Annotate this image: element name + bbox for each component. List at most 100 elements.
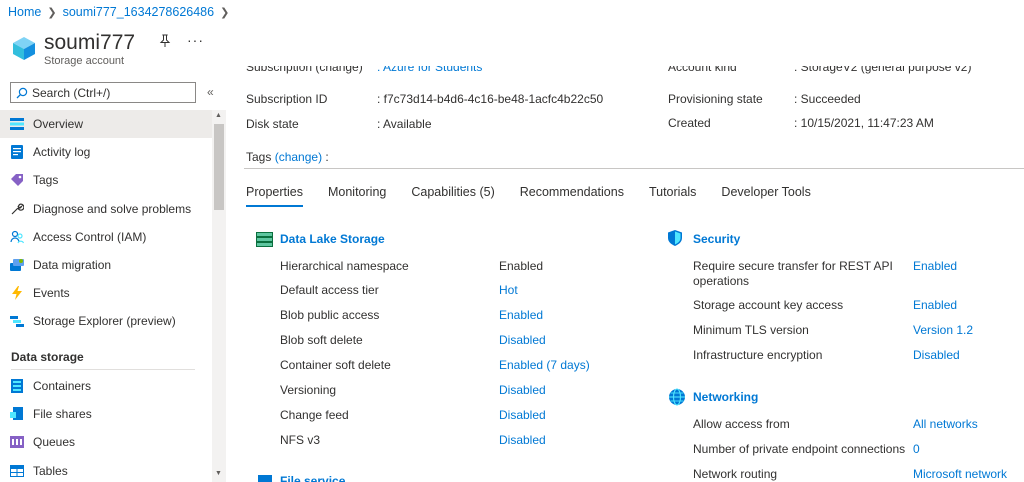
prop-default-access-tier-value[interactable]: Hot xyxy=(499,283,518,297)
sidebar-item-label: Overview xyxy=(33,117,84,132)
sidebar-item-label: Activity log xyxy=(33,145,91,160)
sidebar-item-events[interactable]: Events xyxy=(0,279,212,307)
essentials-subscription-value-partial[interactable]: : Azure for Students xyxy=(377,66,482,74)
sidebar-item-label: Diagnose and solve problems xyxy=(33,201,192,216)
networking-title[interactable]: Networking xyxy=(693,390,758,404)
prop-versioning-value[interactable]: Disabled xyxy=(499,383,546,397)
sidebar-item-label: File shares xyxy=(33,407,92,422)
search-placeholder: Search (Ctrl+/) xyxy=(32,85,111,100)
chevron-right-icon: ❯ xyxy=(220,6,230,19)
networking-globe-icon xyxy=(669,388,685,406)
sidebar-item-label: Tables xyxy=(33,463,68,478)
essentials-divider xyxy=(244,168,1024,169)
security-shield-icon xyxy=(668,230,682,246)
tags-colon: : xyxy=(325,150,329,164)
chevron-right-icon: ❯ xyxy=(47,6,57,19)
prop-min-tls-value[interactable]: Version 1.2 xyxy=(913,323,973,337)
prop-key-access-value[interactable]: Enabled xyxy=(913,298,957,312)
activity-log-icon xyxy=(10,145,24,160)
tab-recommendations[interactable]: Recommendations xyxy=(520,185,624,207)
prop-container-soft-delete-value[interactable]: Enabled (7 days) xyxy=(499,358,590,372)
file-service-title[interactable]: File service xyxy=(280,474,345,482)
tab-capabilities[interactable]: Capabilities (5) xyxy=(411,185,494,207)
prop-blob-public-access-label: Blob public access xyxy=(280,308,380,322)
prop-network-routing-label: Network routing xyxy=(693,467,778,481)
sidebar-item-tags[interactable]: Tags xyxy=(0,166,212,194)
prop-infra-encryption-label: Infrastructure encryption xyxy=(693,348,823,362)
security-title[interactable]: Security xyxy=(693,232,740,246)
prop-container-soft-delete-label: Container soft delete xyxy=(280,358,391,372)
tab-developer-tools[interactable]: Developer Tools xyxy=(721,185,810,207)
created-value: : 10/15/2021, 11:47:23 AM xyxy=(794,116,934,130)
prop-nfs-v3-value[interactable]: Disabled xyxy=(499,433,546,447)
tab-properties[interactable]: Properties xyxy=(246,185,303,207)
page-title: soumi777 xyxy=(44,31,136,54)
created-label: Created xyxy=(668,116,711,130)
pin-icon[interactable] xyxy=(158,34,172,48)
sidebar-item-overview[interactable]: Overview xyxy=(0,110,212,139)
containers-icon xyxy=(10,379,24,394)
people-icon xyxy=(10,230,24,244)
lightning-icon xyxy=(10,286,24,301)
prop-change-feed-value[interactable]: Disabled xyxy=(499,408,546,422)
breadcrumb: Home ❯ soumi777_1634278626486 ❯ xyxy=(8,5,229,19)
sidebar-item-label: Events xyxy=(33,286,70,301)
essentials-account-kind-partial: Account kind xyxy=(668,66,737,74)
data-lake-storage-title[interactable]: Data Lake Storage xyxy=(280,232,385,246)
sidebar-scroll-thumb[interactable] xyxy=(214,124,224,210)
sidebar-item-label: Queues xyxy=(33,435,76,450)
account-kind-value: : StorageV2 (general purpose v2) xyxy=(794,66,972,74)
section-divider xyxy=(11,369,195,370)
storage-account-icon xyxy=(13,37,35,60)
search-input[interactable]: Search (Ctrl+/) xyxy=(10,82,196,103)
more-options-icon[interactable]: ··· xyxy=(187,32,204,48)
tags-label: Tags xyxy=(246,150,272,164)
sidebar-item-label: Access Control (IAM) xyxy=(33,229,147,244)
collapse-sidebar-icon[interactable]: « xyxy=(207,85,214,99)
file-service-label: File service xyxy=(280,474,346,482)
subscription-value: : Azure for Students xyxy=(377,66,483,74)
prop-blob-public-access-value[interactable]: Enabled xyxy=(499,308,543,322)
sidebar-section-data-storage: Data storage xyxy=(11,350,84,364)
prop-hierarchical-namespace-value: Enabled xyxy=(499,259,544,273)
sidebar-item-file-shares[interactable]: File shares xyxy=(0,400,212,428)
migration-icon xyxy=(10,258,24,272)
prop-allow-access-value[interactable]: All networks xyxy=(913,417,978,431)
queues-icon xyxy=(10,435,24,449)
tab-monitoring[interactable]: Monitoring xyxy=(328,185,386,207)
file-service-icon xyxy=(258,475,272,482)
prop-key-access-label: Storage account key access xyxy=(693,298,844,312)
search-icon xyxy=(16,87,28,98)
breadcrumb-resource-link[interactable]: soumi777_1634278626486 xyxy=(63,5,215,19)
prop-infra-encryption-value[interactable]: Disabled xyxy=(913,348,960,362)
scroll-up-icon[interactable]: ▲ xyxy=(215,112,222,119)
sidebar-item-queues[interactable]: Queues xyxy=(0,428,212,456)
prop-network-routing-value[interactable]: Microsoft network xyxy=(913,467,1007,481)
tags-change-link[interactable]: (change) xyxy=(275,150,322,164)
sidebar-item-activity-log[interactable]: Activity log xyxy=(0,138,212,166)
sidebar-item-storage-explorer[interactable]: Storage Explorer (preview) xyxy=(0,307,212,335)
sidebar-item-access-control[interactable]: Access Control (IAM) xyxy=(0,223,212,251)
sidebar-item-data-migration[interactable]: Data migration xyxy=(0,251,212,279)
sidebar-item-containers[interactable]: Containers xyxy=(0,372,212,400)
breadcrumb-home-link[interactable]: Home xyxy=(8,5,41,19)
scroll-down-icon[interactable]: ▼ xyxy=(215,470,222,477)
prop-private-endpoints-label: Number of private endpoint connections xyxy=(693,442,906,456)
sidebar-item-tables[interactable]: Tables xyxy=(0,457,212,482)
tag-icon xyxy=(10,173,24,187)
prop-secure-transfer-value[interactable]: Enabled xyxy=(913,259,957,273)
prop-blob-soft-delete-value[interactable]: Disabled xyxy=(499,333,546,347)
file-shares-icon xyxy=(10,407,24,421)
sidebar-item-diagnose[interactable]: Diagnose and solve problems xyxy=(0,195,212,223)
subscription-id-label: Subscription ID xyxy=(246,92,328,106)
tags-row: Tags (change) : xyxy=(246,150,329,164)
sidebar-item-label: Storage Explorer (preview) xyxy=(33,314,176,329)
sidebar-item-label: Data migration xyxy=(33,258,112,273)
resource-type: Storage account xyxy=(44,55,125,67)
prop-private-endpoints-value[interactable]: 0 xyxy=(913,442,920,456)
provisioning-state-label: Provisioning state xyxy=(668,92,763,106)
prop-hierarchical-namespace-label: Hierarchical namespace xyxy=(280,259,409,273)
prop-min-tls-label: Minimum TLS version xyxy=(693,323,809,337)
disk-state-label: Disk state xyxy=(246,117,299,131)
tab-tutorials[interactable]: Tutorials xyxy=(649,185,696,207)
